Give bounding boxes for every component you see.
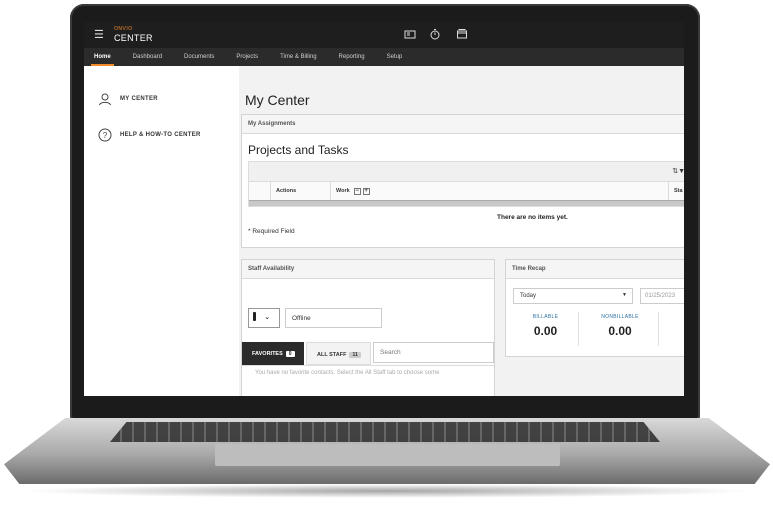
menu-icon[interactable]: ☰ <box>94 28 104 41</box>
staff-search-input[interactable]: Search <box>373 342 494 363</box>
projects-grid: ⇅▼ Actions Work − + Sta <box>248 161 684 207</box>
main-nav: Home Dashboard Documents Projects Time &… <box>84 48 684 66</box>
date-field[interactable]: 01/25/2023 <box>640 288 684 304</box>
sidebar-item-my-center[interactable]: MY CENTER <box>98 92 158 106</box>
status-indicator-icon <box>253 312 256 322</box>
sidebar: MY CENTER ? HELP & HOW-TO CENTER <box>84 66 239 396</box>
sidebar-item-label: HELP & HOW-TO CENTER <box>120 132 201 138</box>
horizontal-scrollbar[interactable] <box>249 200 684 206</box>
metric-divider <box>578 312 579 346</box>
staff-header: Staff Availability <box>242 260 494 279</box>
tab-favorites[interactable]: FAVORITES 0 <box>242 342 304 365</box>
nav-home[interactable]: Home <box>91 48 114 66</box>
tab-label: FAVORITES <box>252 351 283 357</box>
laptop-screen: ☰ ONVIO CENTER Home Dashboard Documents … <box>84 22 684 396</box>
metric-value: 0.00 <box>608 324 632 338</box>
assignments-panel: My Assignments Projects and Tasks ⇅▼ Act… <box>241 114 684 248</box>
favorites-list: You have no favorite contacts. Select th… <box>242 365 494 396</box>
archive-icon[interactable] <box>456 28 468 40</box>
assignments-header: My Assignments <box>242 115 684 134</box>
grid-toolbar: ⇅▼ <box>249 162 684 182</box>
laptop-shadow <box>20 484 753 498</box>
status-field[interactable]: Offline <box>285 308 382 328</box>
column-actions: Actions <box>271 182 331 200</box>
page-title: My Center <box>245 92 310 108</box>
top-bar: ☰ ONVIO CENTER <box>84 22 684 48</box>
grid-header-row: Actions Work − + Sta <box>249 182 684 200</box>
nav-documents[interactable]: Documents <box>184 48 214 66</box>
laptop-trackpad <box>215 444 560 466</box>
nav-projects[interactable]: Projects <box>236 48 258 66</box>
nonbillable-metric: NONBILLABLE 0.00 <box>584 314 656 338</box>
staff-availability-panel: Staff Availability ⌄ Offline FAVORITES 0 … <box>241 259 495 396</box>
svg-text:?: ? <box>103 131 108 140</box>
required-note: * Required Field <box>248 228 295 235</box>
laptop-keyboard <box>110 422 660 442</box>
status-dropdown[interactable]: ⌄ <box>248 308 280 328</box>
projects-title: Projects and Tasks <box>248 143 349 157</box>
grid-select-column <box>249 182 271 200</box>
time-recap-panel: Time Recap Today ▼ 01/25/2023 BILLABLE 0… <box>505 259 684 357</box>
billable-metric: BILLABLE 0.00 <box>513 314 578 338</box>
nav-reporting[interactable]: Reporting <box>339 48 365 66</box>
period-dropdown[interactable]: Today ▼ <box>513 288 633 304</box>
sidebar-item-label: MY CENTER <box>120 96 158 102</box>
favorites-empty-message: You have no favorite contacts. Select th… <box>255 370 440 376</box>
main-content: My Center My Assignments Projects and Ta… <box>239 66 684 396</box>
tab-all-staff[interactable]: ALL STAFF 11 <box>306 342 371 365</box>
column-work-label: Work <box>336 188 350 194</box>
filter-icon[interactable]: ⇅▼ <box>672 167 684 175</box>
count-badge: 0 <box>285 351 295 357</box>
stopwatch-icon[interactable] <box>429 28 441 40</box>
brand-small-label: ONVIO <box>114 26 133 32</box>
metric-divider <box>658 312 659 346</box>
metric-label: NONBILLABLE <box>601 314 639 320</box>
count-badge: 11 <box>349 352 361 358</box>
period-value: Today <box>520 293 537 299</box>
metric-value: 0.00 <box>533 324 558 338</box>
caret-down-icon: ▼ <box>622 292 627 298</box>
tab-label: ALL STAFF <box>317 352 347 358</box>
user-icon <box>98 92 112 106</box>
time-recap-header: Time Recap <box>506 260 684 279</box>
column-work[interactable]: Work − + <box>331 182 669 200</box>
nav-dashboard[interactable]: Dashboard <box>133 48 162 66</box>
metric-label: BILLABLE <box>532 314 559 320</box>
expand-icon[interactable]: + <box>362 187 370 195</box>
chevron-down-icon: ⌄ <box>264 314 271 321</box>
help-circle-icon: ? <box>98 128 112 142</box>
brand-label: CENTER <box>114 33 153 43</box>
nav-time-billing[interactable]: Time & Billing <box>280 48 316 66</box>
collapse-icon[interactable]: − <box>353 187 361 195</box>
empty-message: There are no items yet. <box>497 214 568 221</box>
column-status: Sta <box>674 188 683 194</box>
nav-setup[interactable]: Setup <box>387 48 403 66</box>
id-card-icon[interactable] <box>404 28 416 40</box>
sidebar-item-help[interactable]: ? HELP & HOW-TO CENTER <box>98 128 201 142</box>
